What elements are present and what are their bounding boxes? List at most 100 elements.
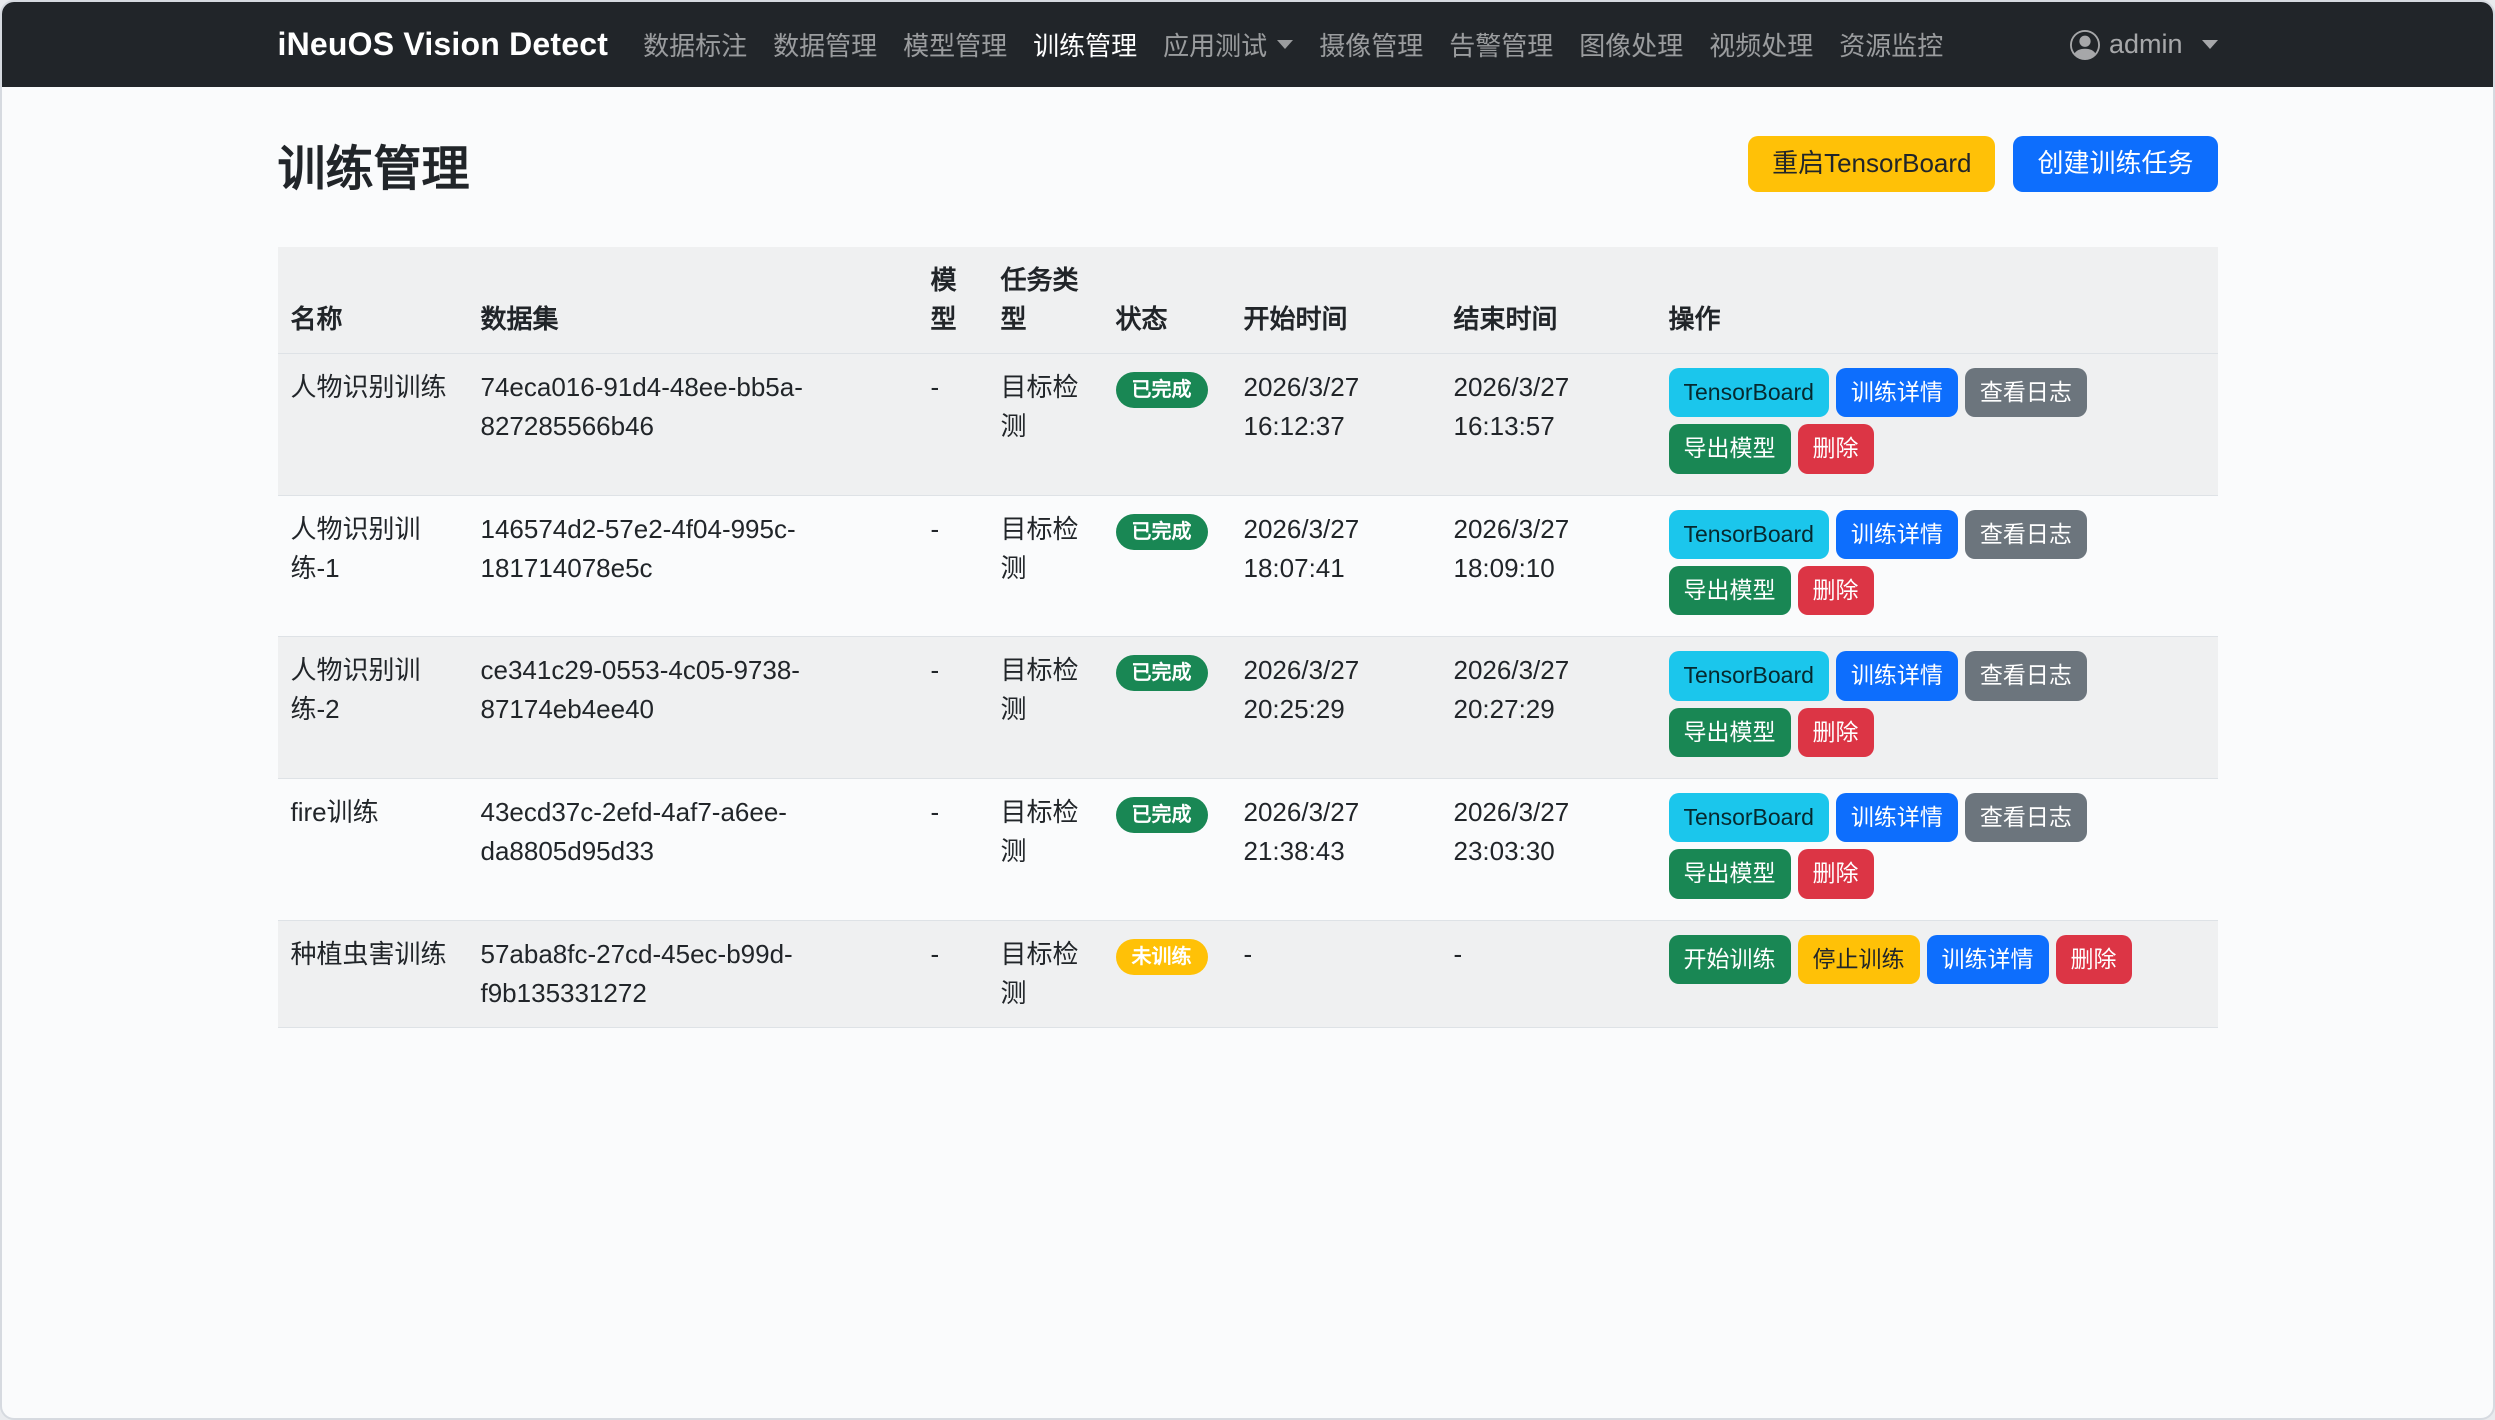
cell-status: 已完成: [1103, 495, 1231, 637]
cell-task-type: 目标检测: [988, 779, 1103, 921]
cell-actions: 开始训练停止训练训练详情删除: [1656, 920, 2218, 1027]
cell-dataset: 57aba8fc-27cd-45ec-b99d-f9b135331272: [468, 920, 918, 1027]
cell-dataset: 74eca016-91d4-48ee-bb5a-827285566b46: [468, 354, 918, 496]
nav-item-video-processing[interactable]: 视频处理: [1696, 26, 1826, 63]
cell-actions: TensorBoard训练详情查看日志导出模型删除: [1656, 637, 2218, 779]
table-body: 人物识别训练74eca016-91d4-48ee-bb5a-827285566b…: [278, 354, 2218, 1028]
cell-name: 人物识别训练-2: [278, 637, 468, 779]
export-model-button[interactable]: 导出模型: [1669, 566, 1791, 615]
view-logs-button[interactable]: 查看日志: [1965, 651, 2087, 700]
cell-model: -: [918, 637, 988, 779]
nav-item-resource-monitoring[interactable]: 资源监控: [1826, 26, 1956, 63]
username-label: admin: [2109, 29, 2183, 60]
delete-button[interactable]: 删除: [1798, 708, 1874, 757]
cell-task-type: 目标检测: [988, 637, 1103, 779]
cell-actions: TensorBoard训练详情查看日志导出模型删除: [1656, 495, 2218, 637]
user-menu[interactable]: admin: [2070, 29, 2218, 60]
navbar-inner: iNeuOS Vision Detect 数据标注数据管理模型管理训练管理应用测…: [278, 26, 2218, 63]
cell-status: 未训练: [1103, 920, 1231, 1027]
cell-start-time: -: [1231, 920, 1441, 1027]
chevron-down-icon: [2202, 40, 2218, 49]
cell-model: -: [918, 495, 988, 637]
nav-item-camera-management[interactable]: 摄像管理: [1306, 26, 1436, 63]
cell-model: -: [918, 779, 988, 921]
cell-end-time: 2026/3/27 18:09:10: [1441, 495, 1656, 637]
delete-button[interactable]: 删除: [2056, 935, 2132, 984]
cell-name: 人物识别训练-1: [278, 495, 468, 637]
page-header: 训练管理 重启TensorBoard 创建训练任务: [278, 129, 2218, 199]
tensorboard-button[interactable]: TensorBoard: [1669, 651, 1829, 700]
training-detail-button[interactable]: 训练详情: [1836, 651, 1958, 700]
nav-item-data-annotation[interactable]: 数据标注: [630, 26, 760, 63]
column-header-dataset: 数据集: [468, 247, 918, 354]
cell-task-type: 目标检测: [988, 920, 1103, 1027]
cell-dataset: ce341c29-0553-4c05-9738-87174eb4ee40: [468, 637, 918, 779]
nav-item-app-testing[interactable]: 应用测试: [1150, 26, 1306, 63]
training-tasks-table: 名称数据集模型任务类型状态开始时间结束时间操作 人物识别训练74eca016-9…: [278, 247, 2218, 1028]
table-row: 人物识别训练-1146574d2-57e2-4f04-995c-18171407…: [278, 495, 2218, 637]
status-badge: 已完成: [1116, 655, 1208, 691]
brand-logo[interactable]: iNeuOS Vision Detect: [278, 26, 609, 63]
navbar: iNeuOS Vision Detect 数据标注数据管理模型管理训练管理应用测…: [2, 2, 2493, 87]
training-detail-button[interactable]: 训练详情: [1927, 935, 2049, 984]
column-header-start-time: 开始时间: [1231, 247, 1441, 354]
cell-end-time: -: [1441, 920, 1656, 1027]
delete-button[interactable]: 删除: [1798, 849, 1874, 898]
export-model-button[interactable]: 导出模型: [1669, 708, 1791, 757]
tensorboard-button[interactable]: TensorBoard: [1669, 368, 1829, 417]
nav-item-alarm-management[interactable]: 告警管理: [1436, 26, 1566, 63]
main-content: 训练管理 重启TensorBoard 创建训练任务 名称数据集模型任务类型状态开…: [278, 129, 2218, 1028]
cell-actions: TensorBoard训练详情查看日志导出模型删除: [1656, 354, 2218, 496]
table-row: fire训练43ecd37c-2efd-4af7-a6ee-da8805d95d…: [278, 779, 2218, 921]
view-logs-button[interactable]: 查看日志: [1965, 510, 2087, 559]
cell-status: 已完成: [1103, 354, 1231, 496]
delete-button[interactable]: 删除: [1798, 566, 1874, 615]
table-row: 种植虫害训练57aba8fc-27cd-45ec-b99d-f9b1353312…: [278, 920, 2218, 1027]
tensorboard-button[interactable]: TensorBoard: [1669, 793, 1829, 842]
restart-tensorboard-button[interactable]: 重启TensorBoard: [1748, 136, 1995, 192]
chevron-down-icon: [1277, 40, 1293, 49]
column-header-end-time: 结束时间: [1441, 247, 1656, 354]
nav-item-data-management[interactable]: 数据管理: [760, 26, 890, 63]
column-header-name: 名称: [278, 247, 468, 354]
column-header-task-type: 任务类型: [988, 247, 1103, 354]
cell-name: 种植虫害训练: [278, 920, 468, 1027]
header-actions: 重启TensorBoard 创建训练任务: [1748, 136, 2217, 192]
cell-end-time: 2026/3/27 20:27:29: [1441, 637, 1656, 779]
cell-actions: TensorBoard训练详情查看日志导出模型删除: [1656, 779, 2218, 921]
nav-item-image-processing[interactable]: 图像处理: [1566, 26, 1696, 63]
nav-item-training-management[interactable]: 训练管理: [1020, 26, 1150, 63]
cell-start-time: 2026/3/27 18:07:41: [1231, 495, 1441, 637]
training-detail-button[interactable]: 训练详情: [1836, 368, 1958, 417]
table-row: 人物识别训练-2ce341c29-0553-4c05-9738-87174eb4…: [278, 637, 2218, 779]
tensorboard-button[interactable]: TensorBoard: [1669, 510, 1829, 559]
column-header-status: 状态: [1103, 247, 1231, 354]
cell-task-type: 目标检测: [988, 354, 1103, 496]
cell-task-type: 目标检测: [988, 495, 1103, 637]
cell-start-time: 2026/3/27 16:12:37: [1231, 354, 1441, 496]
table-header: 名称数据集模型任务类型状态开始时间结束时间操作: [278, 247, 2218, 354]
training-detail-button[interactable]: 训练详情: [1836, 793, 1958, 842]
nav-item-model-management[interactable]: 模型管理: [890, 26, 1020, 63]
person-circle-icon: [2070, 30, 2100, 60]
view-logs-button[interactable]: 查看日志: [1965, 368, 2087, 417]
cell-name: fire训练: [278, 779, 468, 921]
stop-training-button[interactable]: 停止训练: [1798, 935, 1920, 984]
cell-end-time: 2026/3/27 23:03:30: [1441, 779, 1656, 921]
training-detail-button[interactable]: 训练详情: [1836, 510, 1958, 559]
delete-button[interactable]: 删除: [1798, 424, 1874, 473]
cell-start-time: 2026/3/27 21:38:43: [1231, 779, 1441, 921]
view-logs-button[interactable]: 查看日志: [1965, 793, 2087, 842]
cell-start-time: 2026/3/27 20:25:29: [1231, 637, 1441, 779]
column-header-actions: 操作: [1656, 247, 2218, 354]
table-row: 人物识别训练74eca016-91d4-48ee-bb5a-827285566b…: [278, 354, 2218, 496]
cell-dataset: 43ecd37c-2efd-4af7-a6ee-da8805d95d33: [468, 779, 918, 921]
create-training-task-button[interactable]: 创建训练任务: [2013, 136, 2217, 192]
cell-status: 已完成: [1103, 779, 1231, 921]
export-model-button[interactable]: 导出模型: [1669, 424, 1791, 473]
export-model-button[interactable]: 导出模型: [1669, 849, 1791, 898]
page-title: 训练管理: [278, 129, 470, 199]
start-training-button[interactable]: 开始训练: [1669, 935, 1791, 984]
nav-menu: 数据标注数据管理模型管理训练管理应用测试摄像管理告警管理图像处理视频处理资源监控: [630, 26, 1956, 63]
column-header-model: 模型: [918, 247, 988, 354]
